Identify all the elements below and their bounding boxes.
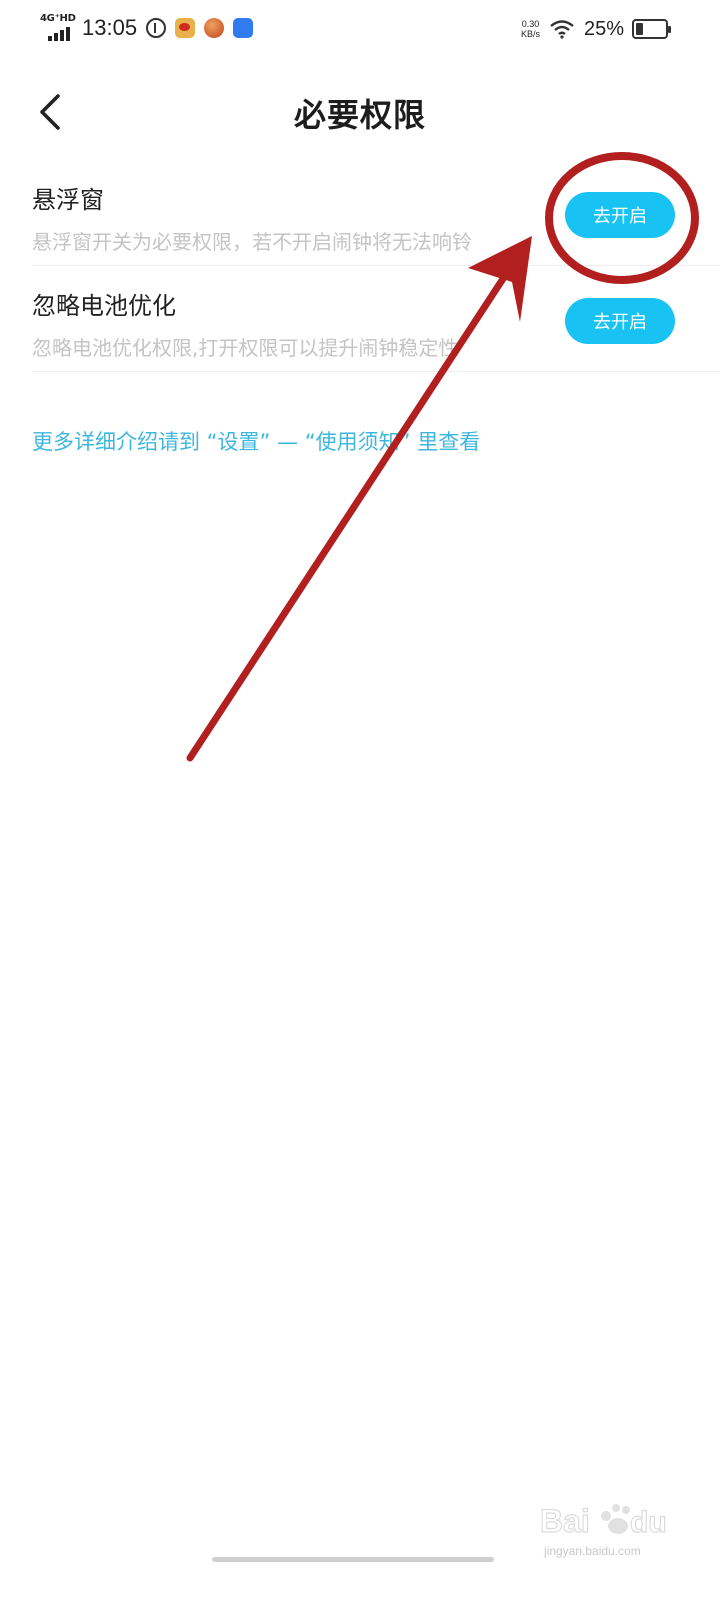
network-type: 4G⁺HD: [40, 13, 76, 24]
battery-percent: 25%: [583, 17, 624, 40]
vpn-notification-icon: [146, 18, 167, 38]
network-speed-unit: KB/s: [520, 29, 540, 39]
status-bar-right: 0.30 KB/s 25%: [521, 14, 671, 44]
svg-text:Bai: Bai: [540, 1503, 590, 1539]
enable-floating-window-button[interactable]: 去开启: [565, 192, 675, 238]
watermark: Bai du jingyan.baidu.com: [540, 1496, 700, 1576]
watermark-url: jingyan.baidu.com: [544, 1544, 641, 1558]
baidu-logo: Bai du: [540, 1502, 667, 1539]
svg-text:du: du: [630, 1506, 667, 1539]
app-notification-icon: [204, 18, 225, 38]
enable-battery-optimization-button[interactable]: 去开启: [565, 298, 675, 344]
signal-icon: [48, 27, 70, 41]
weibo-notification-icon: [175, 18, 196, 38]
wifi-icon: [550, 20, 574, 39]
home-indicator[interactable]: [212, 1557, 494, 1562]
network-indicator: 4G⁺HD: [40, 13, 78, 43]
status-time: 13:05: [82, 15, 138, 40]
network-speed-value: 0.30: [521, 19, 540, 29]
page-title: 必要权限: [293, 96, 426, 134]
app-header: 必要权限: [0, 72, 720, 152]
permission-list: 悬浮窗 悬浮窗开关为必要权限，若不开启闹钟将无法响铃 去开启 忽略电池优化 忽略…: [32, 160, 720, 372]
network-speed: 0.30 KB/s: [521, 19, 540, 39]
permission-row-floating-window: 悬浮窗 悬浮窗开关为必要权限，若不开启闹钟将无法响铃 去开启: [32, 160, 720, 266]
battery-icon: [632, 19, 671, 39]
permission-description: 忽略电池优化权限,打开权限可以提升闹钟稳定性: [32, 336, 459, 360]
status-bar-left: 4G⁺HD 13:05: [40, 12, 254, 44]
battery-fill: [636, 23, 643, 35]
alipay-notification-icon: [233, 18, 254, 38]
permission-title: 忽略电池优化: [32, 292, 176, 320]
status-bar: 4G⁺HD 13:05 0.30 KB/s 25%: [0, 0, 720, 56]
permission-description: 悬浮窗开关为必要权限，若不开启闹钟将无法响铃: [32, 230, 472, 254]
permission-title: 悬浮窗: [32, 186, 104, 214]
more-info-link[interactable]: 更多详细介绍请到 “设置” — “使用须知” 里查看: [32, 426, 480, 456]
permission-row-battery-optimization: 忽略电池优化 忽略电池优化权限,打开权限可以提升闹钟稳定性 去开启: [32, 266, 720, 372]
